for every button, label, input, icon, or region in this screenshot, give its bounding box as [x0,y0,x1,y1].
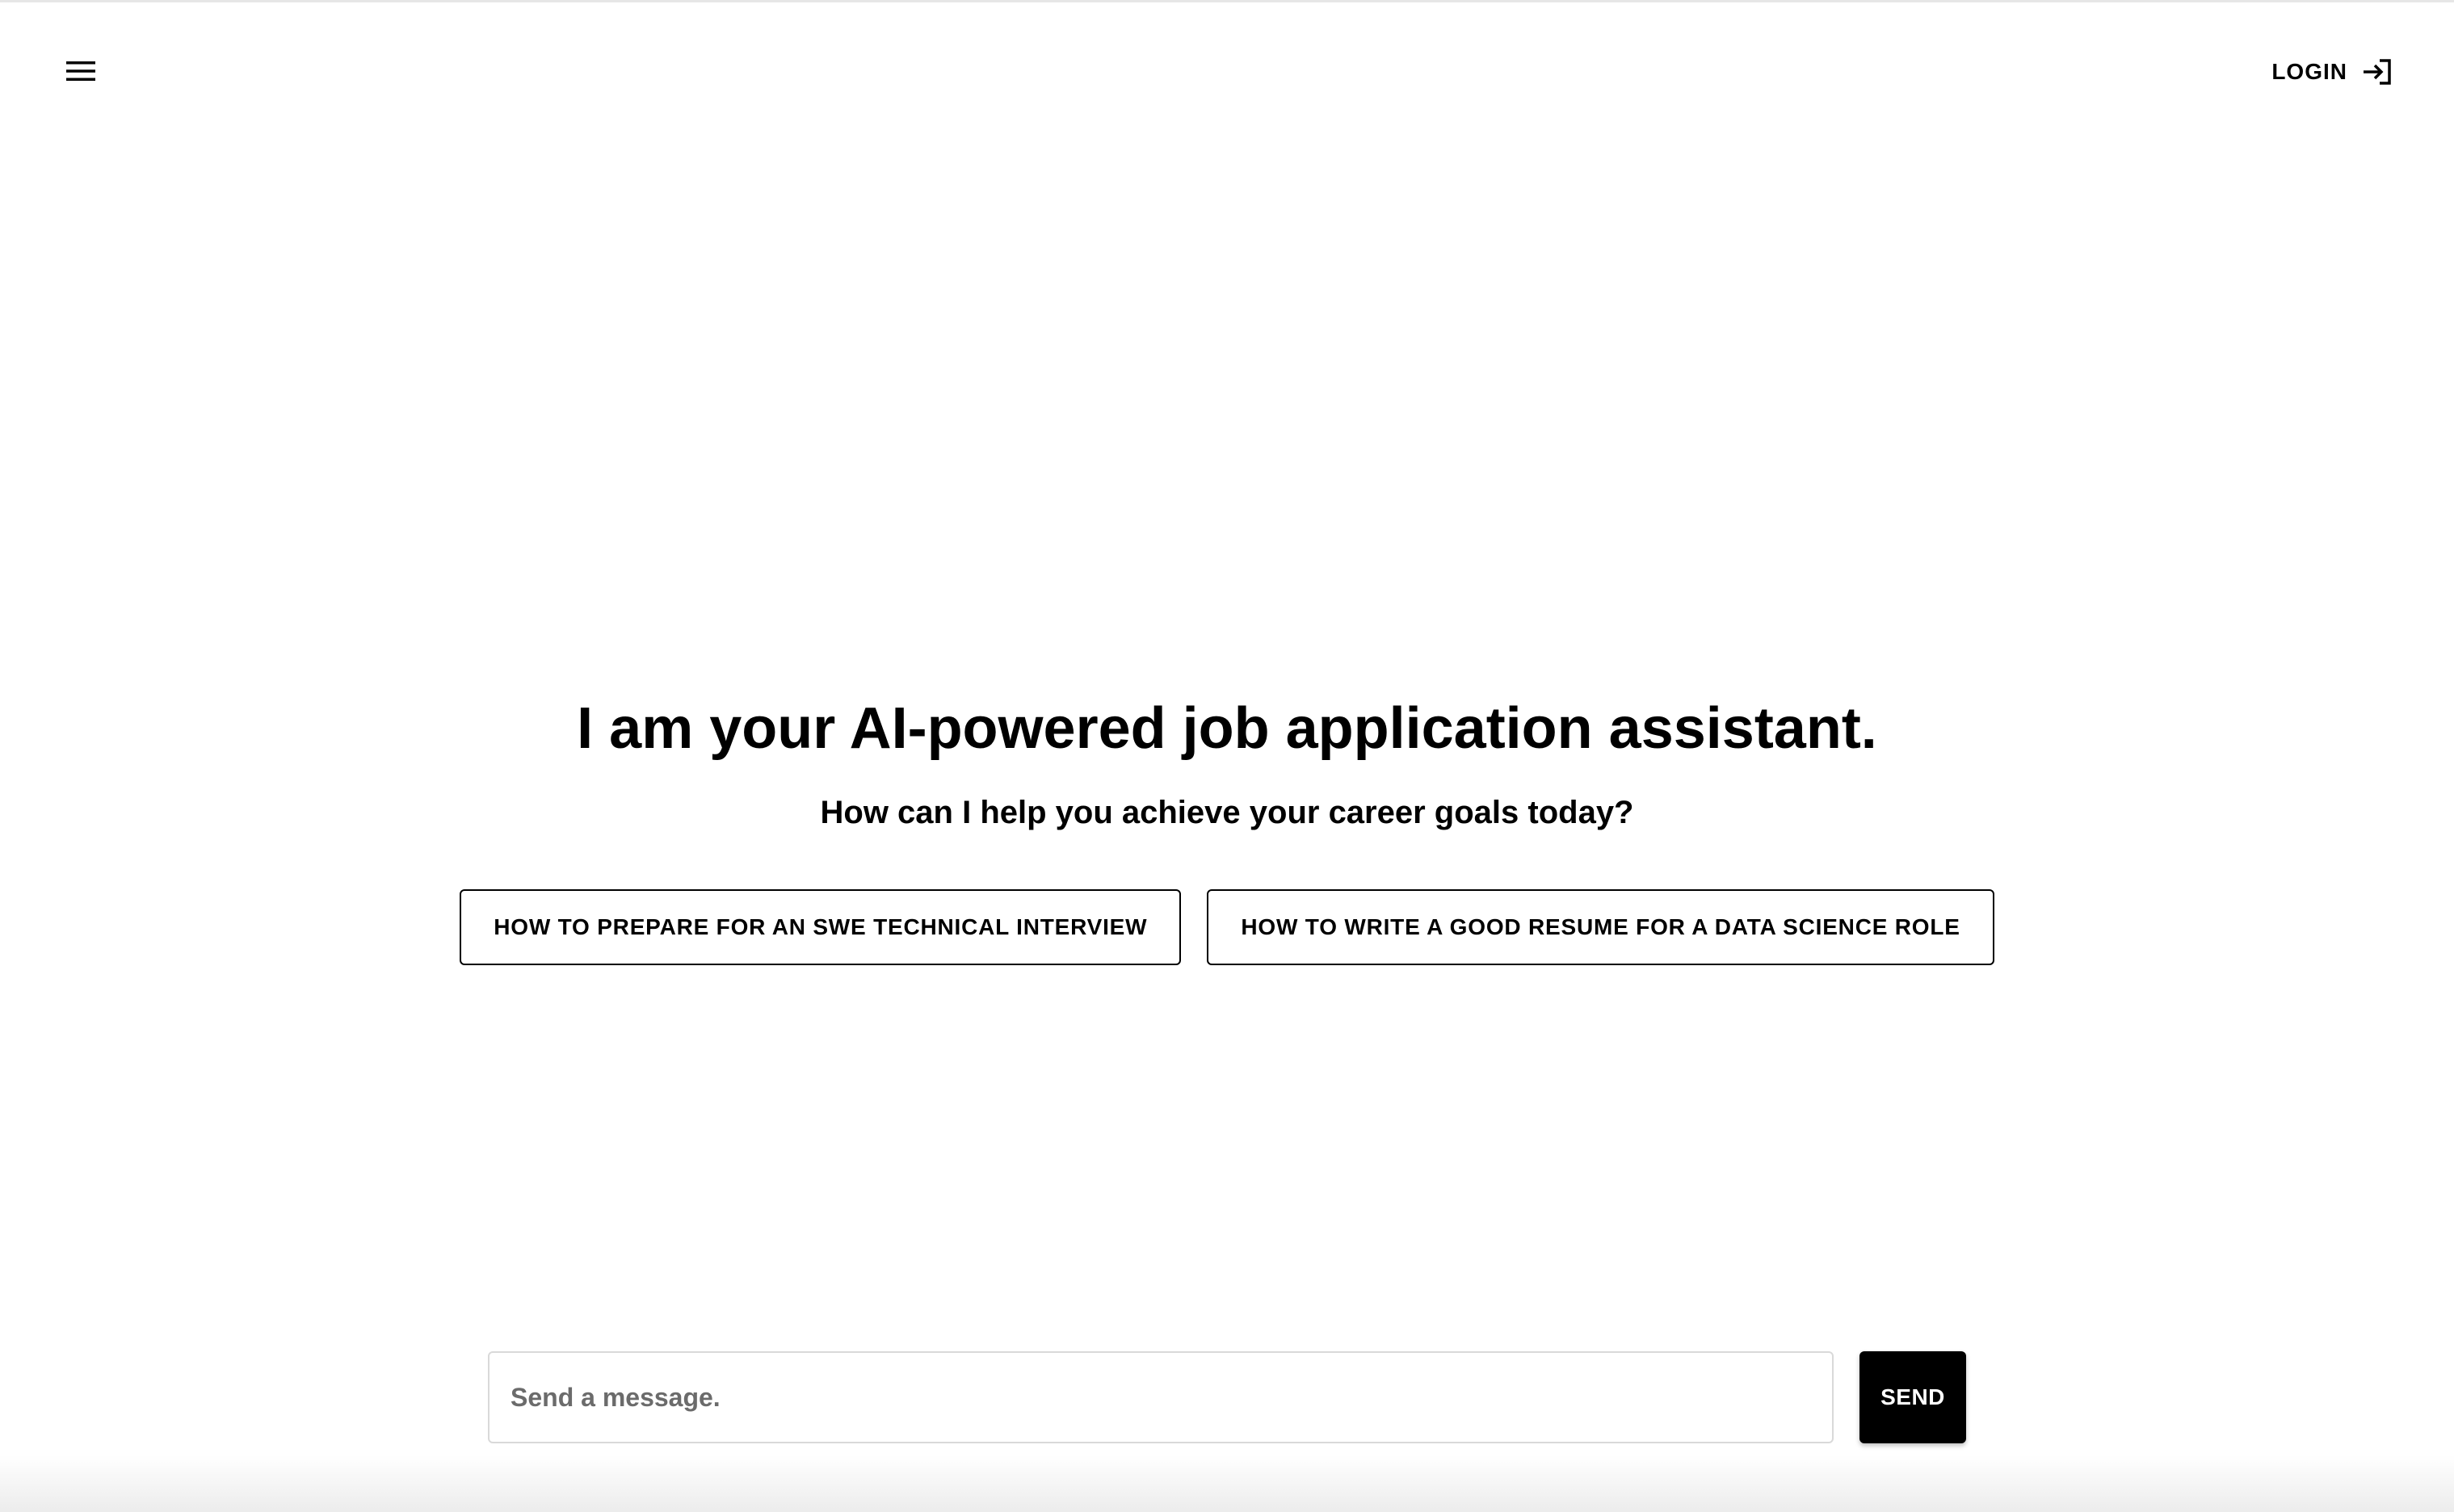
suggestion-button-swe-interview[interactable]: HOW TO PREPARE FOR AN SWE TECHNICAL INTE… [460,889,1182,965]
hamburger-menu-icon [66,61,95,81]
hero-headline: I am your AI-powered job application ass… [577,696,1877,761]
bottom-shade [0,1455,2454,1512]
message-input[interactable] [488,1351,1834,1443]
send-button[interactable]: SEND [1859,1351,1966,1443]
message-composer: SEND [488,1351,1966,1443]
login-label: LOGIN [2271,59,2347,84]
hero-subheadline: How can I help you achieve your career g… [820,795,1634,830]
suggestion-buttons: HOW TO PREPARE FOR AN SWE TECHNICAL INTE… [0,889,2454,965]
top-divider [0,0,2454,2]
suggestion-button-data-science-resume[interactable]: HOW TO WRITE A GOOD RESUME FOR A DATA SC… [1207,889,1994,965]
menu-button[interactable] [55,50,107,92]
login-button[interactable]: LOGIN [2271,52,2393,92]
login-arrow-icon [2364,59,2391,85]
